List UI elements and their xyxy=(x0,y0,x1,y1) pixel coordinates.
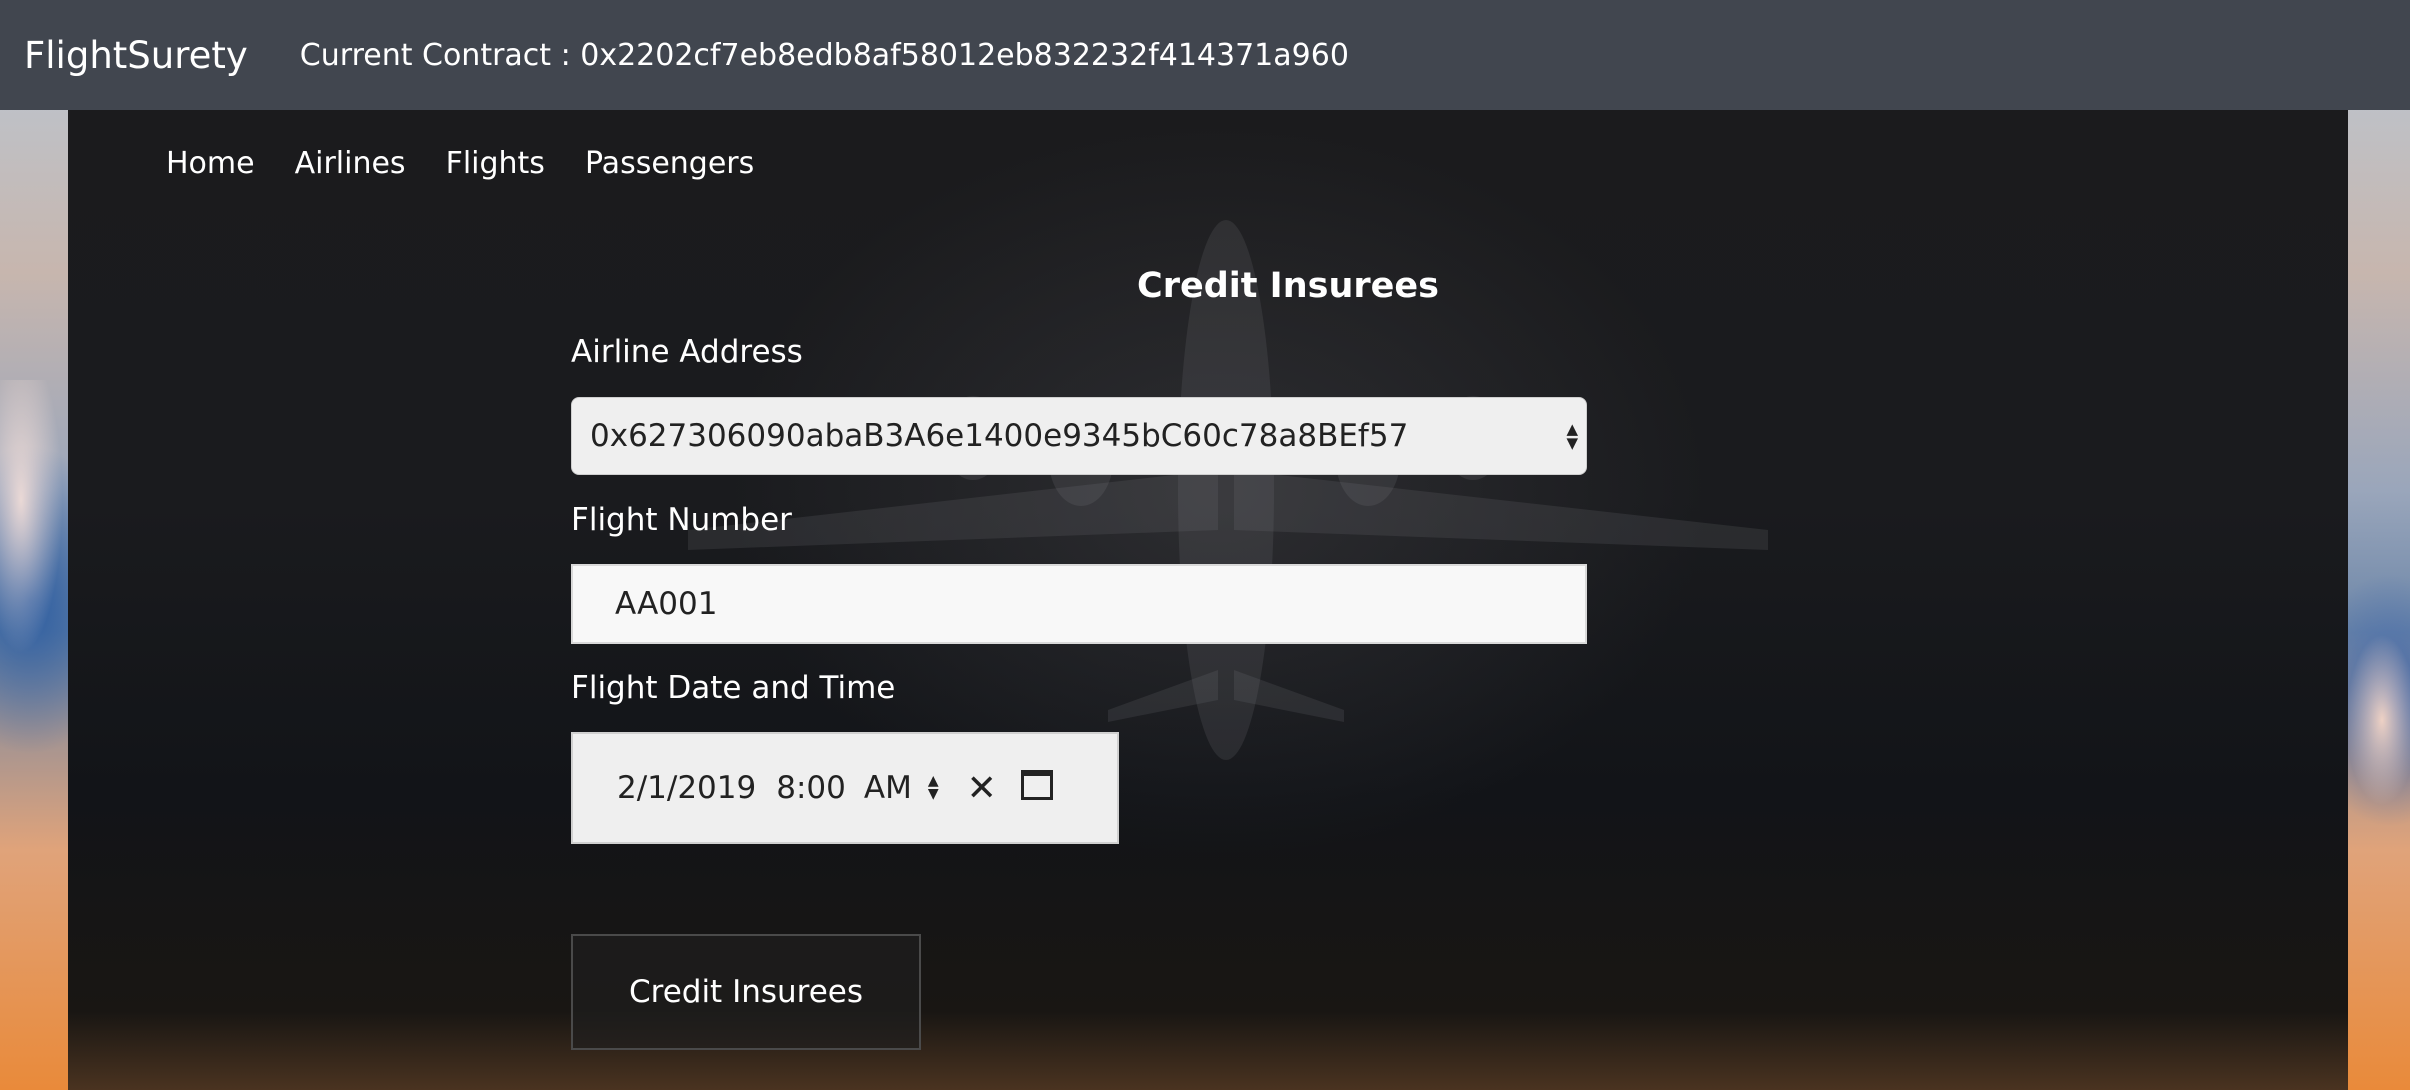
flight-datetime-input[interactable]: 2/1/2019 8:00 AM ▲ ▼ ✕ xyxy=(571,732,1119,844)
form-title: Credit Insurees xyxy=(1137,266,1439,306)
spinner-arrows-icon[interactable]: ▲ ▼ xyxy=(928,774,939,801)
top-navbar: FlightSurety Current Contract : 0x2202cf… xyxy=(0,0,2410,110)
calendar-icon[interactable] xyxy=(1020,770,1053,800)
tab-passengers[interactable]: Passengers xyxy=(585,146,754,181)
tab-flights[interactable]: Flights xyxy=(446,146,545,181)
current-contract: Current Contract : 0x2202cf7eb8edb8af580… xyxy=(299,37,1349,73)
brand-name[interactable]: FlightSurety xyxy=(24,34,248,77)
date-segment[interactable]: 2/1/2019 xyxy=(617,770,756,806)
time-segment[interactable]: 8:00 xyxy=(776,770,846,806)
airline-address-value: 0x627306090abaB3A6e1400e9345bC60c78a8BEf… xyxy=(590,418,1409,454)
flight-number-label: Flight Number xyxy=(571,502,792,538)
main-panel: Home Airlines Flights Passengers Credit … xyxy=(68,110,2348,1090)
flight-datetime-label: Flight Date and Time xyxy=(571,670,896,706)
airline-address-label: Airline Address xyxy=(571,334,803,370)
nav-tabs: Home Airlines Flights Passengers xyxy=(166,146,754,181)
flight-number-value: AA001 xyxy=(615,586,718,622)
clear-icon[interactable]: ✕ xyxy=(967,768,997,809)
ampm-segment[interactable]: AM xyxy=(864,770,912,806)
airline-address-select[interactable]: 0x627306090abaB3A6e1400e9345bC60c78a8BEf… xyxy=(571,397,1587,475)
select-arrows-icon: ▲ ▼ xyxy=(1566,420,1578,452)
tab-home[interactable]: Home xyxy=(166,146,255,181)
tab-airlines[interactable]: Airlines xyxy=(295,146,406,181)
flight-number-input[interactable]: AA001 xyxy=(571,564,1587,644)
credit-insurees-button[interactable]: Credit Insurees xyxy=(571,934,921,1050)
